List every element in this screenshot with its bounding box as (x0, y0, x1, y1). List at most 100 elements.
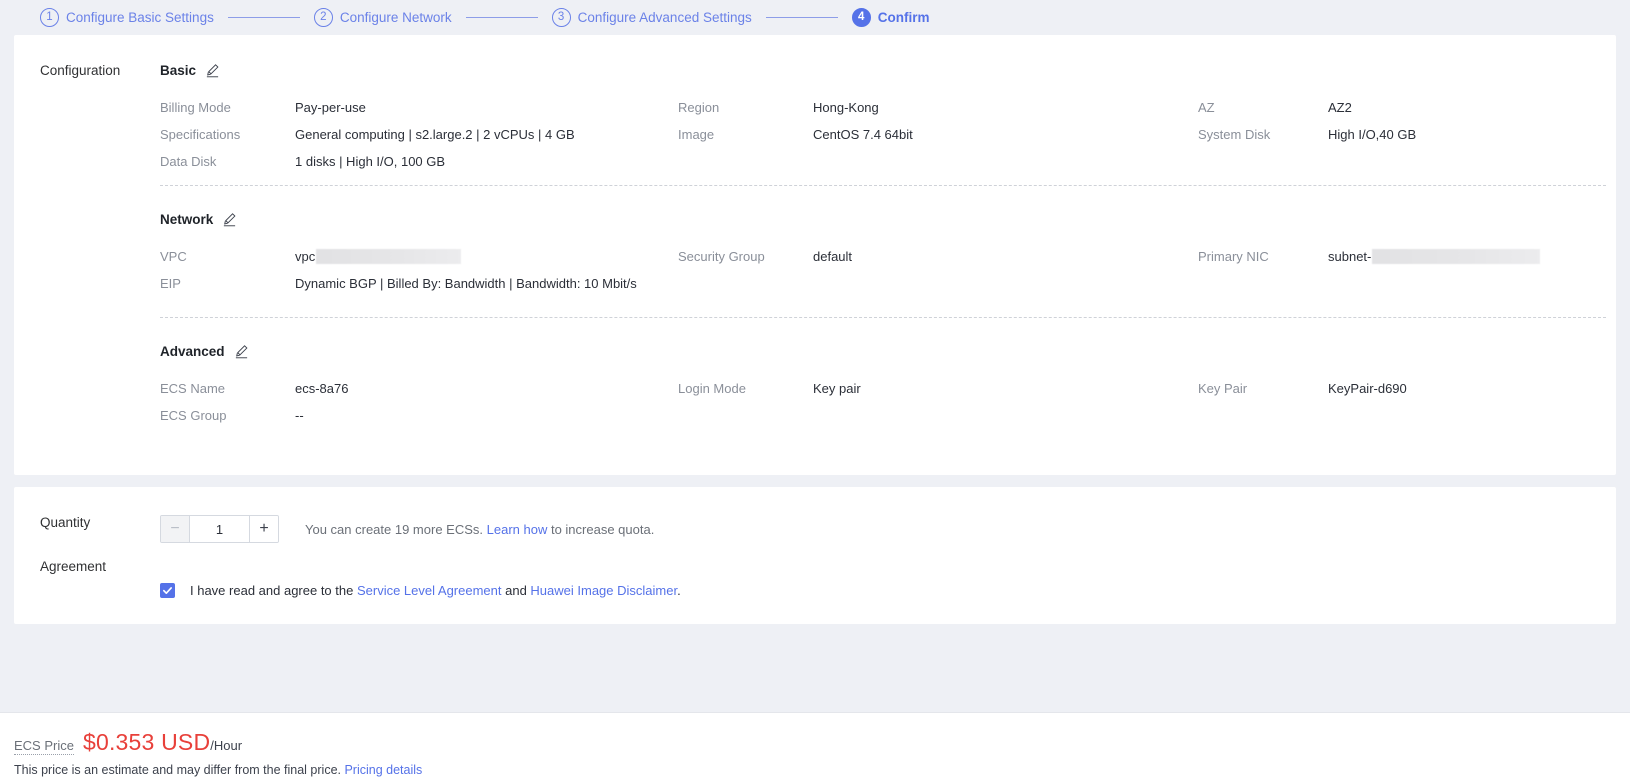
price-unit: /Hour (210, 738, 243, 753)
field-value-redacted: vpc (295, 249, 678, 264)
step-2-number: 2 (313, 8, 333, 27)
advanced-fields: ECS Name ecs-8a76 Login Mode Key pair Ke… (160, 381, 1606, 423)
field-value: Dynamic BGP | Billed By: Bandwidth | Ban… (295, 276, 637, 291)
step-1-label: Configure Basic Settings (66, 10, 214, 25)
field-value: vpc (295, 249, 316, 264)
learn-how-link[interactable]: Learn how (487, 522, 548, 537)
field-value (1328, 276, 1606, 291)
pencil-icon[interactable] (205, 63, 220, 78)
group-title-network: Network (160, 212, 1606, 227)
network-fields: VPC vpc Security Group default Primary N… (160, 249, 1606, 291)
field-value (1328, 154, 1606, 169)
price-footer: ECS Price $0.353 USD /Hour This price is… (0, 712, 1630, 783)
quantity-stepper[interactable]: − 1 + (160, 515, 279, 543)
field-key: Specifications (160, 127, 241, 142)
quantity-input[interactable]: 1 (190, 516, 249, 542)
step-1[interactable]: 1 Configure Basic Settings (40, 8, 214, 27)
quantity-decrement-button: − (161, 516, 190, 542)
service-level-agreement-link[interactable]: Service Level Agreement (357, 583, 502, 598)
quota-hint-suffix: to increase quota. (547, 521, 655, 537)
price-label[interactable]: ECS Price (14, 738, 74, 755)
step-4[interactable]: 4 Confirm (851, 8, 930, 27)
agreement-control: I have read and agree to the Service Lev… (160, 583, 1606, 598)
step-4-number: 4 (851, 8, 871, 27)
field-value (813, 276, 1198, 291)
field-value: General computing | s2.large.2 | 2 vCPUs… (295, 127, 575, 142)
field-key: Data Disk (160, 154, 217, 169)
pricing-details-link[interactable]: Pricing details (344, 763, 422, 777)
agreement-checkbox[interactable] (160, 583, 175, 598)
agreement-text: I have read and agree to the Service Lev… (190, 583, 681, 598)
pencil-icon[interactable] (222, 212, 237, 227)
pencil-icon[interactable] (234, 344, 249, 359)
field-value: 1 disks | High I/O, 100 GB (295, 154, 446, 169)
price-amount: $0.353 USD (82, 729, 211, 755)
field-key: EIP (160, 276, 181, 291)
field-value-redacted: subnet- (1328, 249, 1606, 264)
field-key: Security Group (678, 249, 765, 264)
field-value: Key pair (813, 381, 861, 396)
agreement-suffix: . (677, 583, 681, 598)
field-value: KeyPair-d690 (1328, 381, 1407, 396)
step-4-label: Confirm (877, 10, 930, 25)
price-note: This price is an estimate and may differ… (14, 763, 1630, 777)
field-key (1198, 276, 1328, 291)
field-key: ECS Group (160, 408, 227, 423)
quantity-control: − 1 + You can create 19 more ECSs. Learn… (160, 515, 1606, 543)
field-key: Login Mode (678, 381, 746, 396)
field-value: CentOS 7.4 64bit (813, 127, 913, 142)
config-group-network: Network VPC vpc Security Group default P… (160, 212, 1606, 318)
step-2-label: Configure Network (339, 10, 452, 25)
field-key (678, 154, 813, 169)
field-value (813, 154, 1198, 169)
field-value: ecs-8a76 (295, 381, 349, 396)
redaction-bar (316, 249, 462, 264)
step-2[interactable]: 2 Configure Network (313, 8, 452, 27)
field-key (678, 408, 813, 423)
step-1-number: 1 (40, 8, 59, 27)
step-connector-3 (765, 17, 838, 18)
step-3-label: Configure Advanced Settings (577, 10, 752, 25)
field-key: Image (678, 127, 715, 142)
field-value: subnet- (1328, 249, 1372, 264)
field-key: VPC (160, 249, 187, 264)
field-value: Hong-Kong (813, 100, 879, 115)
field-key (678, 276, 813, 291)
order-card: Quantity − 1 + You can create 19 more EC… (14, 487, 1616, 624)
field-key: Key Pair (1198, 381, 1248, 396)
field-value (1328, 408, 1606, 423)
huawei-image-disclaimer-link[interactable]: Huawei Image Disclaimer (530, 583, 677, 598)
group-label-advanced: Advanced (160, 344, 225, 359)
group-label-network: Network (160, 212, 214, 227)
field-value: -- (295, 408, 304, 423)
basic-fields: Billing Mode Pay-per-use Region Hong-Kon… (160, 100, 1606, 169)
configuration-row-label: Configuration (40, 63, 121, 78)
group-label-basic: Basic (160, 63, 197, 78)
field-value (813, 408, 1198, 423)
agreement-middle: and (501, 583, 531, 598)
redaction-bar (1372, 249, 1541, 264)
group-divider (160, 317, 1606, 318)
group-title-basic: Basic (160, 63, 1606, 78)
price-line: ECS Price $0.353 USD /Hour (14, 729, 1630, 756)
group-divider (160, 185, 1606, 186)
field-key: AZ (1198, 100, 1215, 115)
step-3[interactable]: 3 Configure Advanced Settings (551, 8, 752, 27)
field-value: Pay-per-use (295, 100, 366, 115)
step-3-number: 3 (551, 8, 571, 27)
field-key (1198, 154, 1328, 169)
field-key: Primary NIC (1198, 249, 1269, 264)
quota-hint-prefix: You can create 19 more ECSs. (305, 521, 487, 537)
price-note-text: This price is an estimate and may differ… (14, 763, 345, 777)
field-key: System Disk (1198, 127, 1271, 142)
field-key (1198, 408, 1328, 423)
step-connector-2 (465, 17, 538, 18)
quantity-row-label: Quantity (40, 515, 91, 530)
field-value: AZ2 (1328, 100, 1352, 115)
group-title-advanced: Advanced (160, 344, 1606, 359)
agreement-row-label: Agreement (40, 559, 107, 574)
quantity-increment-button[interactable]: + (249, 516, 278, 542)
field-key: ECS Name (160, 381, 226, 396)
field-value: High I/O,40 GB (1328, 127, 1417, 142)
config-group-advanced: Advanced ECS Name ecs-8a76 Login Mode Ke… (160, 344, 1606, 423)
